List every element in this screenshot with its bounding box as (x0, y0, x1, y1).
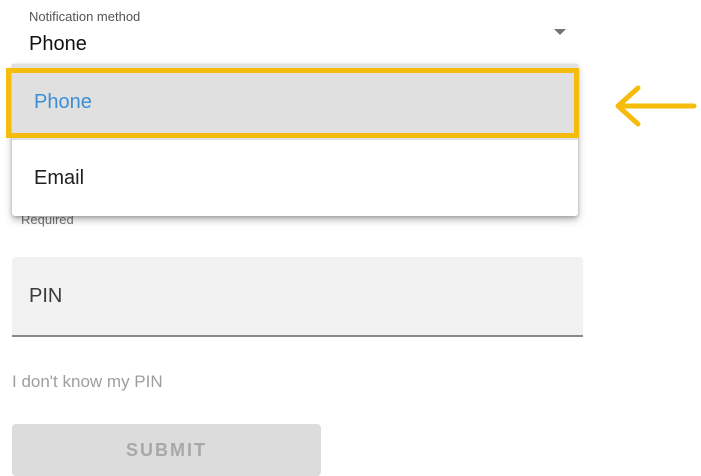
notification-method-label: Notification method (29, 9, 141, 24)
notification-method-select[interactable]: Notification method Phone (12, 0, 583, 64)
triangle-down-icon[interactable] (554, 29, 566, 35)
menu-option-phone[interactable]: Phone (12, 64, 578, 140)
pin-field[interactable] (12, 257, 583, 337)
menu-option-email[interactable]: Email (12, 140, 578, 216)
submit-button[interactable]: SUBMIT (12, 424, 321, 476)
forgot-pin-link[interactable]: I don't know my PIN (12, 372, 163, 392)
notification-method-value: Phone (29, 33, 87, 55)
arrow-left-icon (615, 85, 697, 127)
pin-input[interactable] (12, 257, 583, 335)
notification-method-menu: Phone Email (12, 64, 578, 216)
